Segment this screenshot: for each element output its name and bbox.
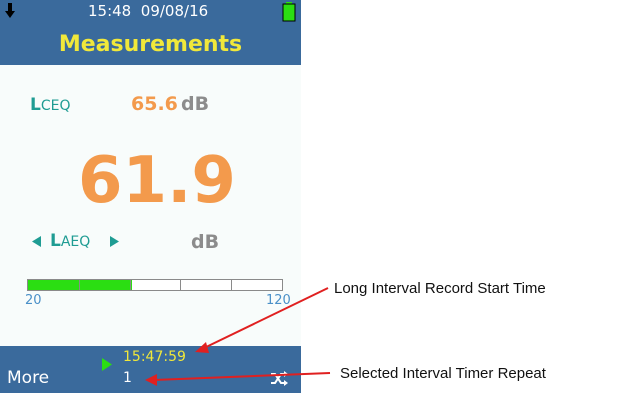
start-time-arrowhead	[195, 342, 209, 353]
start-time-arrow	[201, 287, 329, 350]
repeat-arrow	[153, 372, 331, 381]
start-time-callout: Long Interval Record Start Time	[334, 280, 546, 297]
repeat-callout: Selected Interval Timer Repeat	[340, 365, 546, 382]
repeat-arrowhead	[145, 374, 157, 386]
annotation-arrows	[145, 287, 331, 386]
